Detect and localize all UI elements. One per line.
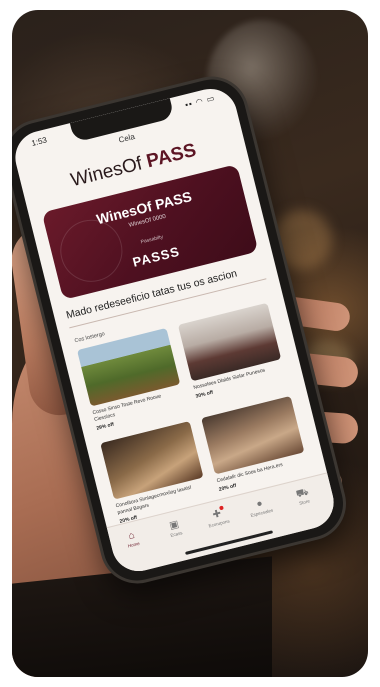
tab-coupons[interactable]: ✚ Ecorupons (196, 505, 239, 531)
tab-specials[interactable]: ● Especsales (239, 494, 282, 520)
offer-card[interactable]: Cosso Sinso Toste Revo Rooue Ciessiocs 2… (76, 327, 187, 432)
tab-store[interactable]: ⛟ Store (282, 483, 325, 509)
offer-card[interactable]: Cedalalir dic Soos ba Hera.ers 20% off (201, 395, 309, 493)
section-label: Cos lostergo (74, 331, 106, 345)
tab-pass[interactable]: ▣ Ecass (154, 515, 197, 541)
tab-home[interactable]: ⌂ Home (111, 526, 154, 552)
status-time: 1:53 (30, 135, 48, 148)
brand-bold: PASS (144, 139, 199, 173)
home-indicator (185, 530, 274, 555)
brand-prefix: WinesOf (68, 153, 145, 192)
photo-background: 1:53 ▪▪ ◠ ▭ Cela WinesOf PASS WinesOf PA… (12, 10, 368, 677)
offer-card[interactable]: Nossolees Dlalds Siolar Punesos 30% off (177, 302, 286, 400)
tab-label: Store (298, 498, 311, 506)
status-icons: ▪▪ ◠ ▭ (184, 93, 217, 110)
